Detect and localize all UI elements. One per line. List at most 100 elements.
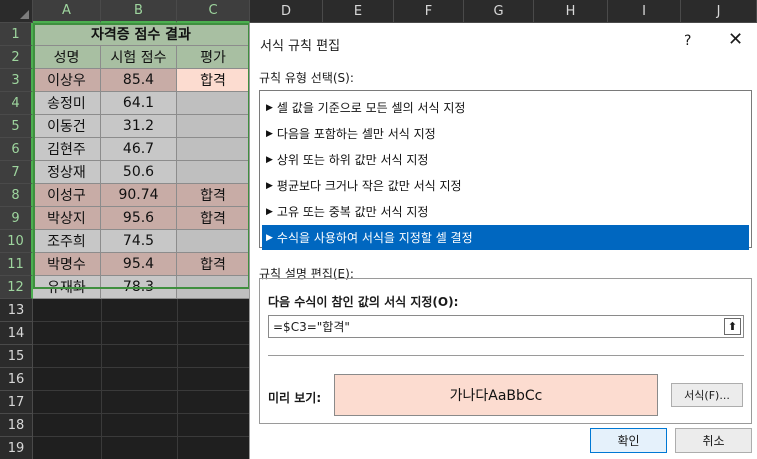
eval-cell[interactable]: 합격 bbox=[177, 207, 250, 230]
rule-type-item[interactable]: ▶ 수식을 사용하여 서식을 지정할 셀 결정 bbox=[262, 225, 749, 250]
column-header-j[interactable]: J bbox=[681, 0, 757, 23]
rule-type-label: 고유 또는 중복 값만 서식 지정 bbox=[276, 205, 429, 219]
score-cell[interactable]: 31.2 bbox=[101, 115, 177, 138]
row-header-13[interactable]: 13 bbox=[0, 299, 33, 322]
triangle-right-icon: ▶ bbox=[266, 154, 273, 165]
name-cell[interactable]: 조주희 bbox=[33, 230, 101, 253]
gridline bbox=[33, 344, 250, 345]
eval-cell[interactable]: 합격 bbox=[177, 184, 250, 207]
format-button[interactable]: 서식(F)... bbox=[671, 383, 743, 407]
eval-cell[interactable] bbox=[177, 230, 250, 253]
rule-type-item[interactable]: ▶ 평균보다 크거나 작은 값만 서식 지정 bbox=[262, 173, 749, 198]
formula-label: 다음 수식이 참인 값의 서식 지정(O): bbox=[268, 295, 459, 309]
rule-type-item[interactable]: ▶ 다음을 포함하는 셀만 서식 지정 bbox=[262, 121, 749, 146]
column-header-f[interactable]: F bbox=[394, 0, 464, 23]
name-cell[interactable]: 김현주 bbox=[33, 138, 101, 161]
gridline bbox=[33, 367, 250, 368]
row-header-3[interactable]: 3 bbox=[0, 69, 33, 92]
rule-type-label: 평균보다 크거나 작은 값만 서식 지정 bbox=[276, 179, 462, 193]
help-button[interactable]: ? bbox=[684, 33, 691, 49]
column-header-c[interactable]: C bbox=[177, 0, 250, 23]
preview-box: 가나다AaBbCc bbox=[334, 374, 658, 416]
name-cell[interactable]: 송정미 bbox=[33, 92, 101, 115]
row-header-2[interactable]: 2 bbox=[0, 46, 33, 69]
score-cell[interactable]: 64.1 bbox=[101, 92, 177, 115]
row-header-9[interactable]: 9 bbox=[0, 207, 33, 230]
select-all-corner[interactable] bbox=[0, 0, 33, 23]
gridline bbox=[33, 390, 250, 391]
ok-button[interactable]: 확인 bbox=[590, 428, 667, 453]
column-header-e[interactable]: E bbox=[323, 0, 394, 23]
row-header-17[interactable]: 17 bbox=[0, 391, 33, 414]
score-cell[interactable]: 74.5 bbox=[101, 230, 177, 253]
rule-type-label: 규칙 유형 선택(S): bbox=[259, 71, 354, 85]
name-cell[interactable]: 정상재 bbox=[33, 161, 101, 184]
rule-type-item[interactable]: ▶ 고유 또는 중복 값만 서식 지정 bbox=[262, 199, 749, 224]
score-cell[interactable]: 85.4 bbox=[101, 69, 177, 92]
row-header-10[interactable]: 10 bbox=[0, 230, 33, 253]
row-header-18[interactable]: 18 bbox=[0, 414, 33, 437]
score-cell[interactable]: 95.6 bbox=[101, 207, 177, 230]
formula-text: =$C3="합격" bbox=[273, 320, 350, 334]
column-header-g[interactable]: G bbox=[464, 0, 534, 23]
eval-cell[interactable] bbox=[177, 92, 250, 115]
name-cell[interactable]: 이동건 bbox=[33, 115, 101, 138]
close-icon[interactable]: ✕ bbox=[728, 31, 743, 49]
score-cell[interactable]: 95.4 bbox=[101, 253, 177, 276]
row-header-8[interactable]: 8 bbox=[0, 184, 33, 207]
edit-formatting-rule-dialog: 서식 규칙 편집 ? ✕ 규칙 유형 선택(S): ▶ 셀 값을 기준으로 모든 … bbox=[249, 23, 757, 459]
rule-description-box: 다음 수식이 참인 값의 서식 지정(O): =$C3="합격" ⬆ 미리 보기… bbox=[259, 278, 752, 424]
rule-type-item[interactable]: ▶ 셀 값을 기준으로 모든 셀의 서식 지정 bbox=[262, 95, 749, 120]
preview-label: 미리 보기: bbox=[268, 391, 322, 405]
eval-cell[interactable]: 합격 bbox=[177, 253, 250, 276]
row-header-19[interactable]: 19 bbox=[0, 437, 33, 459]
header-cell[interactable]: 성명 bbox=[33, 46, 101, 69]
rule-type-list[interactable]: ▶ 셀 값을 기준으로 모든 셀의 서식 지정 ▶ 다음을 포함하는 셀만 서식 지정… bbox=[259, 90, 752, 250]
row-header-5[interactable]: 5 bbox=[0, 115, 33, 138]
eval-cell[interactable] bbox=[177, 161, 250, 184]
eval-cell[interactable] bbox=[177, 276, 250, 299]
row-header-6[interactable]: 6 bbox=[0, 138, 33, 161]
column-header-d[interactable]: D bbox=[250, 0, 323, 23]
collapse-dialog-icon[interactable]: ⬆ bbox=[724, 318, 741, 335]
eval-cell[interactable]: 합격 bbox=[177, 69, 250, 92]
score-cell[interactable]: 50.6 bbox=[101, 161, 177, 184]
rule-type-label: 다음을 포함하는 셀만 서식 지정 bbox=[276, 127, 436, 141]
row-header-12[interactable]: 12 bbox=[0, 276, 33, 299]
column-header-a[interactable]: A bbox=[33, 0, 101, 23]
row-header-4[interactable]: 4 bbox=[0, 92, 33, 115]
eval-cell[interactable] bbox=[177, 115, 250, 138]
triangle-right-icon: ▶ bbox=[266, 206, 273, 217]
header-cell[interactable]: 시험 점수 bbox=[101, 46, 177, 69]
rule-type-item[interactable]: ▶ 상위 또는 하위 값만 서식 지정 bbox=[262, 147, 749, 172]
rule-type-label: 수식을 사용하여 서식을 지정할 셀 결정 bbox=[276, 231, 473, 245]
cancel-button[interactable]: 취소 bbox=[675, 428, 752, 453]
row-header-11[interactable]: 11 bbox=[0, 253, 33, 276]
row-header-15[interactable]: 15 bbox=[0, 345, 33, 368]
triangle-right-icon: ▶ bbox=[266, 128, 273, 139]
row-header-7[interactable]: 7 bbox=[0, 161, 33, 184]
sheet-title-cell[interactable]: 자격증 점수 결과 bbox=[33, 23, 250, 46]
triangle-right-icon: ▶ bbox=[266, 180, 273, 191]
header-cell[interactable]: 평가 bbox=[177, 46, 250, 69]
rule-type-label: 상위 또는 하위 값만 서식 지정 bbox=[276, 153, 429, 167]
row-header-1[interactable]: 1 bbox=[0, 23, 33, 46]
triangle-right-icon: ▶ bbox=[266, 232, 273, 243]
name-cell[interactable]: 유재화 bbox=[33, 276, 101, 299]
eval-cell[interactable] bbox=[177, 138, 250, 161]
score-cell[interactable]: 78.3 bbox=[101, 276, 177, 299]
score-cell[interactable]: 46.7 bbox=[101, 138, 177, 161]
column-header-h[interactable]: H bbox=[534, 0, 608, 23]
score-cell[interactable]: 90.74 bbox=[101, 184, 177, 207]
column-header-i[interactable]: I bbox=[608, 0, 681, 23]
name-cell[interactable]: 박명수 bbox=[33, 253, 101, 276]
row-header-16[interactable]: 16 bbox=[0, 368, 33, 391]
gridline bbox=[33, 321, 250, 322]
column-header-b[interactable]: B bbox=[101, 0, 177, 23]
row-header-14[interactable]: 14 bbox=[0, 322, 33, 345]
name-cell[interactable]: 이성구 bbox=[33, 184, 101, 207]
name-cell[interactable]: 이상우 bbox=[33, 69, 101, 92]
name-cell[interactable]: 박상지 bbox=[33, 207, 101, 230]
formula-input[interactable]: =$C3="합격" ⬆ bbox=[268, 315, 744, 338]
gridline bbox=[33, 436, 250, 437]
